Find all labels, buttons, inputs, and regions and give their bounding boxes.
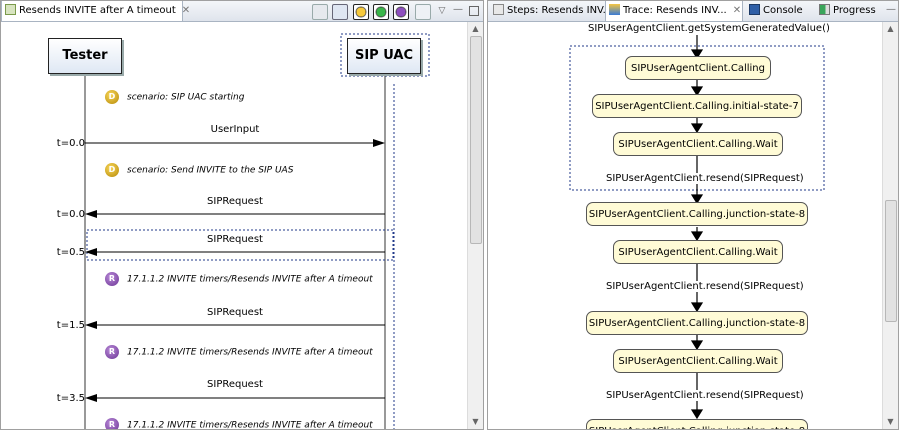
minimize-icon[interactable]: — [884, 4, 898, 18]
message-arrow-userinput [85, 139, 385, 147]
state-node[interactable]: SIPUserAgentClient.Calling.Wait [613, 240, 783, 264]
d-badge-icon: D [105, 163, 119, 177]
state-node[interactable]: SIPUserAgentClient.Calling.Wait [613, 132, 783, 156]
transition-label: SIPUserAgentClient.resend(SIPRequest) [606, 173, 804, 184]
time-label: t=1.5 [56, 320, 85, 331]
note-text: scenario: SIP UAC starting [127, 92, 245, 103]
green-filter-icon[interactable] [373, 4, 389, 20]
sequence-diagram-graphics [84, 33, 430, 429]
time-label: t=0.0 [56, 138, 85, 149]
trace-icon [609, 4, 620, 15]
tab-steps[interactable]: Steps: Resends INV... [490, 1, 612, 21]
note-event[interactable]: R 17.1.1.2 INVITE timers/Resends INVITE a… [105, 272, 373, 286]
trace-view: Steps: Resends INV... Trace: Resends INV… [487, 0, 899, 430]
message-arrow-siprequest-3 [85, 321, 385, 329]
state-node[interactable]: SIPUserAgentClient.Calling.initial-state… [592, 94, 802, 118]
right-tab-bar: Steps: Resends INV... Trace: Resends INV… [488, 1, 898, 22]
note-text: 17.1.1.2 INVITE timers/Resends INVITE af… [127, 420, 373, 430]
state-node[interactable]: SIPUserAgentClient.Calling.Wait [613, 349, 783, 373]
transition-label: SIPUserAgentClient.resend(SIPRequest) [606, 390, 804, 401]
message-label[interactable]: SIPRequest [85, 234, 385, 245]
time-label: t=0.0 [56, 209, 85, 220]
tab-trace[interactable]: Trace: Resends INV... ✕ [605, 1, 743, 21]
steps-icon [493, 4, 504, 15]
note-text: scenario: Send INVITE to the SIP UAS [127, 165, 294, 176]
layout-icon[interactable] [415, 4, 431, 20]
note-event[interactable]: R 17.1.1.2 INVITE timers/Resends INVITE a… [105, 345, 373, 359]
actor-sip-uac[interactable]: SIP UAC [347, 38, 421, 74]
maximize-icon[interactable] [467, 4, 481, 18]
time-label: t=3.5 [56, 393, 85, 404]
sequence-diagram-icon [5, 4, 16, 15]
note-text: 17.1.1.2 INVITE timers/Resends INVITE af… [127, 274, 373, 285]
actor-tester[interactable]: Tester [48, 38, 122, 74]
left-vertical-scrollbar[interactable]: ▲ ▼ [467, 22, 483, 429]
r-badge-icon: R [105, 345, 119, 359]
progress-icon [819, 4, 830, 15]
console-icon [749, 4, 760, 15]
state-node[interactable]: SIPUserAgentClient.Calling.junction-stat… [586, 419, 808, 429]
note-event[interactable]: Dscenario: Send INVITE to the SIP UAS [105, 163, 293, 177]
trace-canvas: SIPUserAgentClient.getSystemGeneratedVal… [488, 22, 898, 429]
scroll-down-arrow-icon[interactable]: ▼ [883, 415, 898, 429]
message-arrow-siprequest-1 [85, 210, 385, 218]
tab-progress[interactable]: Progress [816, 1, 876, 21]
r-badge-icon: R [105, 272, 119, 286]
scroll-up-arrow-icon[interactable]: ▲ [468, 22, 483, 36]
d-filter-icon[interactable] [353, 4, 369, 20]
view-menu-icon[interactable]: ▽ [435, 4, 449, 18]
close-icon[interactable]: ✕ [733, 1, 741, 21]
message-label[interactable]: UserInput [85, 124, 385, 135]
r-badge-icon: R [105, 418, 119, 429]
message-label[interactable]: SIPRequest [85, 196, 385, 207]
top-transition-label: SIPUserAgentClient.getSystemGeneratedVal… [588, 23, 830, 34]
tab-label: Progress [833, 5, 876, 16]
table-icon[interactable] [332, 4, 348, 20]
time-label: t=0.5 [56, 247, 85, 258]
r-filter-icon[interactable] [393, 4, 409, 20]
tab-sequence-diagram[interactable]: Resends INVITE after A timeout ✕ [1, 1, 190, 21]
filter-icon[interactable] [312, 4, 328, 20]
note-text: 17.1.1.2 INVITE timers/Resends INVITE af… [127, 347, 373, 358]
scroll-thumb[interactable] [885, 200, 897, 322]
close-icon[interactable]: ✕ [182, 1, 190, 21]
tab-label: Steps: Resends INV... [507, 5, 613, 16]
scroll-thumb[interactable] [470, 36, 482, 244]
transition-label: SIPUserAgentClient.resend(SIPRequest) [606, 281, 804, 292]
left-tab-bar: Resends INVITE after A timeout ✕ ▽ — [1, 1, 483, 22]
scroll-down-arrow-icon[interactable]: ▼ [468, 415, 483, 429]
tab-label: Console [763, 5, 803, 16]
note-event[interactable]: Dscenario: SIP UAC starting [105, 90, 244, 104]
state-node[interactable]: SIPUserAgentClient.Calling.junction-stat… [586, 202, 808, 226]
right-vertical-scrollbar[interactable]: ▲ ▼ [882, 22, 898, 429]
d-badge-icon: D [105, 90, 119, 104]
tab-console[interactable]: Console [746, 1, 803, 21]
message-label[interactable]: SIPRequest [85, 307, 385, 318]
sequence-diagram-canvas: Tester SIP UAC Dscenario: SIP UAC starti… [1, 22, 483, 429]
tab-label: Trace: Resends INV... [623, 5, 727, 16]
scroll-up-arrow-icon[interactable]: ▲ [883, 22, 898, 36]
message-arrow-siprequest-2 [85, 248, 385, 256]
state-node[interactable]: SIPUserAgentClient.Calling.junction-stat… [586, 311, 808, 335]
tab-label: Resends INVITE after A timeout [19, 5, 176, 16]
minimize-icon[interactable]: — [451, 4, 465, 18]
message-label[interactable]: SIPRequest [85, 379, 385, 390]
note-event[interactable]: R 17.1.1.2 INVITE timers/Resends INVITE a… [105, 418, 373, 430]
state-node[interactable]: SIPUserAgentClient.Calling [625, 56, 771, 80]
message-arrow-siprequest-4 [85, 394, 385, 402]
sequence-diagram-view: Resends INVITE after A timeout ✕ ▽ — Tes… [0, 0, 484, 430]
